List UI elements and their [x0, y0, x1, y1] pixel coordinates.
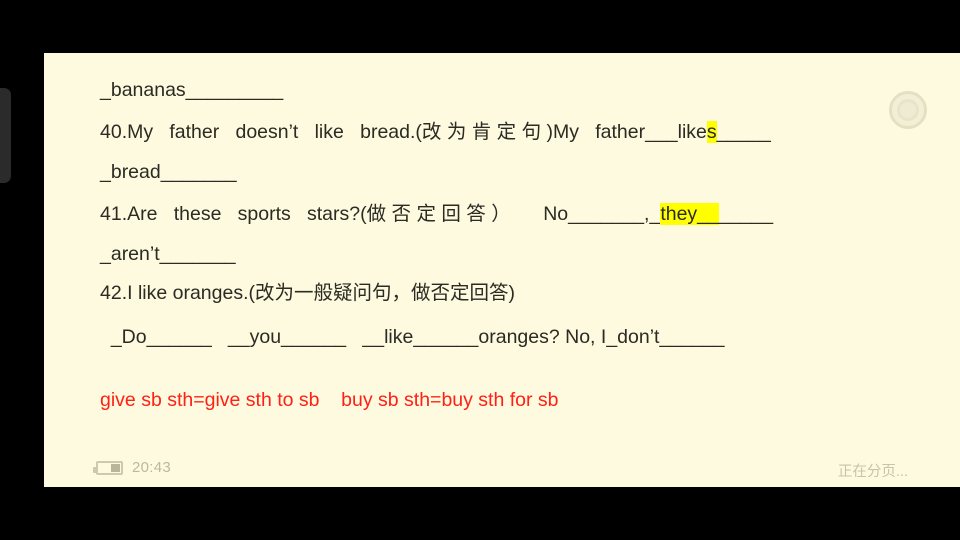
text-line-42-answer: _Do______ __you______ __like______orange… — [100, 326, 725, 348]
pagination-status-label: 正在分页... — [837, 464, 908, 480]
text-line-bananas: _bananas_________ — [100, 79, 284, 101]
text-line-42-question: 42.I like oranges.(改为一般疑问句，做否定回答) — [100, 282, 515, 304]
line-40-text: 40.My father doesn’t like bread.(改 为 肯 定… — [100, 121, 707, 143]
text-line-41-question: 41.Are these sports stars?(做 否 定 回 答 ） N… — [100, 203, 910, 225]
line-40-highlight: s — [706, 121, 717, 143]
reader-status-bar: 20:43 正在分页... — [44, 453, 960, 487]
line-41-text: 41.Are these sports stars?(做 否 定 回 答 ） N… — [100, 203, 661, 225]
bullseye-center-dot — [900, 102, 916, 118]
line-40-tail: _____ — [716, 121, 771, 143]
battery-fill — [111, 463, 120, 472]
reader-page[interactable]: _bananas_________ 40.My father doesn’t l… — [44, 53, 960, 487]
line-41-highlight: they__ — [660, 203, 719, 225]
clock-label: 20:43 — [132, 459, 172, 476]
text-line-41-continued: _aren’t_______ — [100, 243, 236, 265]
bullseye-icon[interactable] — [889, 91, 927, 129]
reader-screen: _bananas_________ 40.My father doesn’t l… — [0, 0, 960, 540]
status-left-group: 20:43 — [93, 459, 172, 476]
drawer-handle[interactable] — [0, 88, 11, 183]
text-line-note: give sb sth=give sth to sb buy sb sth=bu… — [100, 389, 559, 411]
line-41-tail: _____ — [718, 203, 774, 225]
battery-nub — [93, 466, 96, 473]
text-line-40-question: 40.My father doesn’t like bread.(改 为 肯 定… — [100, 121, 910, 143]
battery-icon — [93, 460, 123, 475]
text-line-40-continued: _bread_______ — [100, 161, 237, 183]
